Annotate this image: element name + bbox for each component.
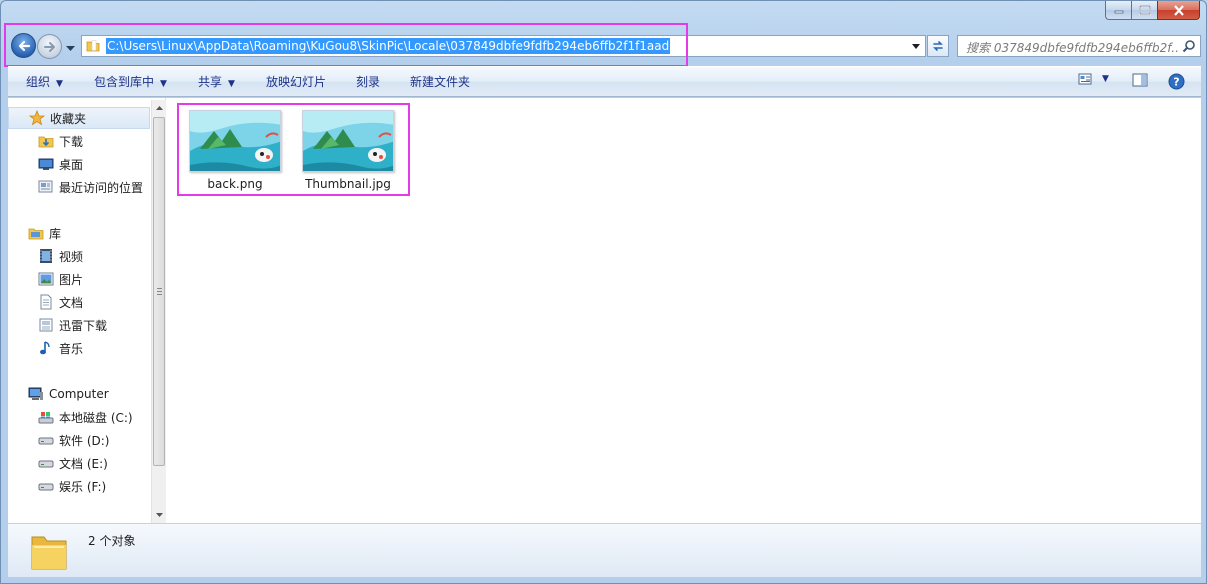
preview-pane-icon (1132, 73, 1148, 87)
nav-favorites-label: 收藏夹 (50, 111, 87, 126)
nav-pane-scrollbar[interactable] (151, 100, 166, 523)
close-button[interactable] (1157, 1, 1200, 20)
grip-icon (157, 288, 162, 295)
address-dropdown[interactable] (909, 39, 923, 53)
nav-videos[interactable]: 视频 (8, 245, 150, 267)
refresh-icon (933, 41, 943, 51)
command-bar: 组织 ▼ 包含到库中 ▼ 共享 ▼ 放映幻灯片 刻录 新建文件夹 ▼ ? (8, 66, 1201, 97)
nav-documents[interactable]: 文档 (8, 291, 150, 313)
share-label: 共享 (198, 75, 223, 89)
nav-drive-e[interactable]: 文档 (E:) (8, 452, 150, 474)
organize-label: 组织 (26, 75, 51, 89)
chevron-down-icon: ▼ (1102, 74, 1109, 84)
nav-documents-label: 文档 (59, 295, 84, 310)
pictures-icon (38, 271, 54, 287)
nav-drive-e-label: 文档 (E:) (59, 456, 108, 471)
explorer-window: C:\Users\Linux\AppData\Roaming\KuGou8\Sk… (0, 0, 1207, 584)
item-count: 2 个对象 (88, 534, 136, 548)
address-highlight-box (4, 23, 688, 67)
hard-drive-icon (38, 455, 54, 471)
burn-label: 刻录 (356, 75, 381, 89)
desktop-icon (38, 156, 54, 172)
nav-drive-d-label: 软件 (D:) (59, 433, 110, 448)
scroll-thumb[interactable] (153, 117, 165, 466)
scroll-up-button[interactable] (152, 100, 167, 116)
search-input[interactable]: 搜索 037849dbfe9fdfb294eb6ffb2f... (957, 35, 1201, 57)
xunlei-folder-icon (38, 317, 54, 333)
music-icon (38, 340, 54, 356)
video-icon (38, 248, 54, 264)
system-drive-icon (38, 409, 54, 425)
nav-drive-f[interactable]: 娱乐 (F:) (8, 475, 150, 497)
caption-buttons (1105, 1, 1200, 20)
nav-recent-places-label: 最近访问的位置 (59, 180, 144, 195)
nav-xunlei-downloads[interactable]: 迅雷下载 (8, 314, 150, 336)
nav-xunlei-downloads-label: 迅雷下载 (59, 318, 108, 333)
organize-menu[interactable]: 组织 ▼ (26, 74, 63, 91)
new-folder-label: 新建文件夹 (410, 75, 471, 89)
nav-desktop-label: 桌面 (59, 157, 84, 172)
close-icon (1173, 4, 1184, 16)
refresh-button[interactable] (927, 35, 949, 57)
nav-videos-label: 视频 (59, 249, 84, 264)
navigation-pane: 收藏夹 下载 桌面 最近访问的位置 库 视频 图片 文档 迅雷下载 音乐 Com… (8, 98, 166, 523)
star-icon (29, 110, 45, 126)
svg-text:?: ? (1173, 76, 1179, 89)
search-placeholder: 搜索 037849dbfe9fdfb294eb6ffb2f... (966, 41, 1178, 55)
chevron-down-icon (912, 43, 920, 49)
share-menu[interactable]: 共享 ▼ (198, 74, 235, 91)
maximize-button[interactable] (1131, 1, 1157, 20)
help-button[interactable]: ? (1168, 73, 1185, 90)
chevron-down-icon (156, 513, 163, 517)
files-highlight-box (177, 103, 410, 196)
view-icon (1078, 73, 1092, 85)
slideshow-button[interactable]: 放映幻灯片 (266, 74, 326, 91)
nav-drive-d[interactable]: 软件 (D:) (8, 429, 150, 451)
scroll-down-button[interactable] (152, 507, 167, 523)
minimize-icon (1114, 10, 1123, 14)
search-icon[interactable] (1182, 39, 1196, 56)
libraries-icon (28, 225, 44, 241)
chevron-down-icon: ▼ (160, 79, 167, 89)
nav-computer[interactable]: Computer (8, 383, 150, 405)
nav-music-label: 音乐 (59, 341, 84, 356)
help-icon: ? (1168, 73, 1185, 90)
details-pane: 2 个对象 (8, 523, 1201, 577)
burn-button[interactable]: 刻录 (356, 74, 380, 91)
document-icon (38, 294, 54, 310)
restore-icon (1138, 5, 1151, 15)
hard-drive-icon (38, 478, 54, 494)
nav-libraries[interactable]: 库 (8, 222, 150, 244)
chevron-up-icon (156, 106, 163, 110)
folder-icon (28, 529, 70, 576)
nav-computer-label: Computer (49, 387, 109, 401)
minimize-button[interactable] (1105, 1, 1131, 20)
chevron-down-icon: ▼ (56, 79, 63, 89)
include-in-library-menu[interactable]: 包含到库中 ▼ (94, 74, 167, 91)
hard-drive-icon (38, 432, 54, 448)
computer-icon (28, 386, 44, 402)
nav-drive-c[interactable]: 本地磁盘 (C:) (8, 406, 150, 428)
nav-pictures[interactable]: 图片 (8, 268, 150, 290)
new-folder-button[interactable]: 新建文件夹 (410, 74, 470, 91)
recent-places-icon (38, 179, 54, 195)
nav-recent-places[interactable]: 最近访问的位置 (8, 176, 150, 198)
downloads-folder-icon (38, 133, 54, 149)
slideshow-label: 放映幻灯片 (266, 75, 327, 89)
nav-favorites[interactable]: 收藏夹 (8, 107, 150, 129)
nav-music[interactable]: 音乐 (8, 337, 150, 359)
nav-libraries-label: 库 (49, 226, 62, 241)
nav-drive-f-label: 娱乐 (F:) (59, 479, 107, 494)
nav-downloads-label: 下载 (59, 134, 84, 149)
change-view-button[interactable]: ▼ (1078, 73, 1109, 85)
chevron-down-icon: ▼ (228, 79, 235, 89)
preview-pane-button[interactable] (1132, 73, 1148, 87)
nav-downloads[interactable]: 下载 (8, 130, 150, 152)
include-in-library-label: 包含到库中 (94, 75, 155, 89)
nav-drive-c-label: 本地磁盘 (C:) (59, 410, 133, 425)
nav-desktop[interactable]: 桌面 (8, 153, 150, 175)
nav-pictures-label: 图片 (59, 272, 84, 287)
